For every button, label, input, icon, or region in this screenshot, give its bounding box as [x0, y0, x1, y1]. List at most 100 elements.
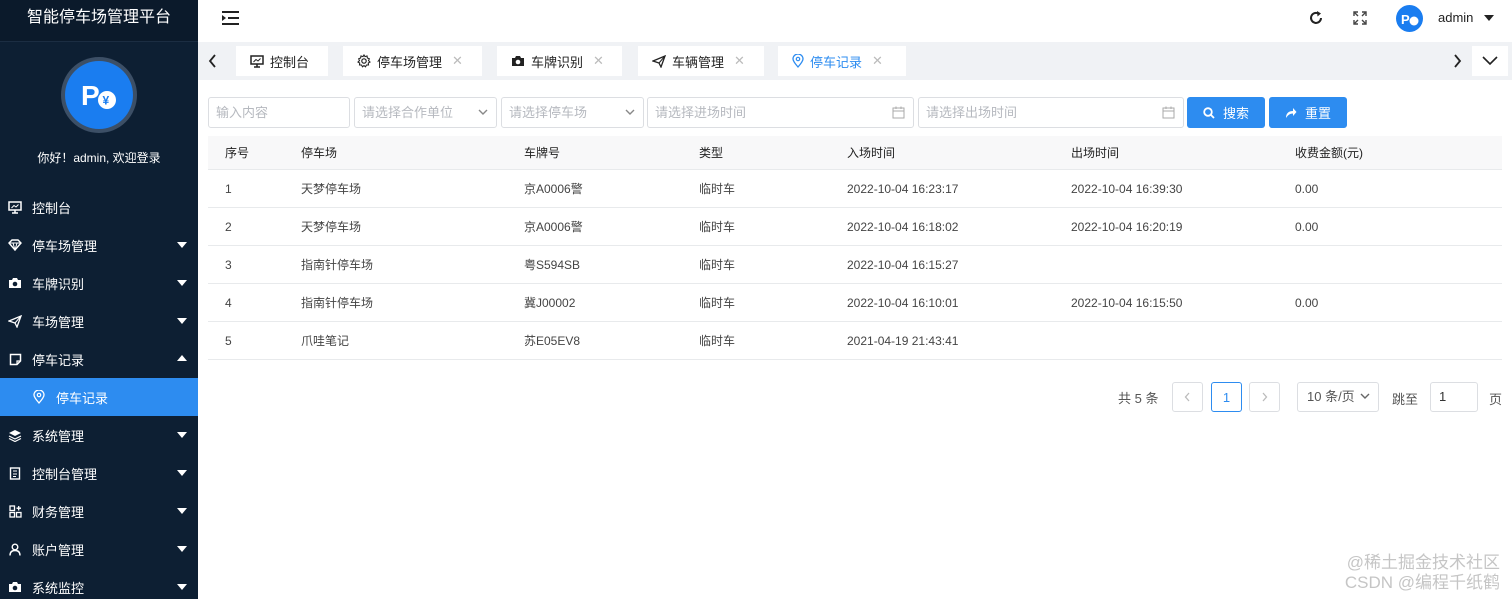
sidebar-item[interactable]: 系统监控 — [0, 568, 198, 599]
table-row[interactable]: 1 天梦停车场 京A0006警 临时车 2022-10-04 16:23:17 2022-… — [208, 170, 1502, 208]
keyword-input[interactable]: 输入内容 — [208, 97, 350, 128]
apps-icon — [8, 504, 22, 518]
caret-down-icon — [177, 508, 187, 514]
next-page-button[interactable] — [1249, 382, 1280, 412]
tab-label: 车辆管理 — [672, 54, 725, 70]
sidebar-item-label: 系统监控 — [32, 580, 85, 596]
sidebar-item-label: 停车记录 — [32, 352, 85, 368]
tab-label: 控制台 — [270, 54, 310, 70]
reset-button[interactable]: 重置 — [1269, 97, 1347, 128]
menu-toggle-icon[interactable] — [222, 10, 240, 29]
tab[interactable]: 车牌识别 ✕ — [497, 46, 622, 76]
parking-select[interactable]: 请选择停车场 — [501, 97, 644, 128]
user-dropdown-caret-icon[interactable] — [1484, 15, 1494, 21]
page-number-button[interactable]: 1 — [1211, 382, 1242, 412]
svg-text:¥: ¥ — [103, 94, 110, 108]
tab-label: 停车场管理 — [377, 54, 443, 70]
jump-page-input[interactable]: 1 — [1430, 382, 1478, 412]
close-icon[interactable]: ✕ — [593, 53, 604, 69]
table-row[interactable]: 2 天梦停车场 京A0006警 临时车 2022-10-04 16:18:02 2022-… — [208, 208, 1502, 246]
parking-records-table: 序号 停车场 车牌号 类型 入场时间 出场时间 收费金额(元) 1 天梦停车场 京A0006警临… — [208, 136, 1502, 360]
entry-time-picker[interactable]: 请选择进场时间 — [647, 97, 914, 128]
tab[interactable]: 控制台 — [236, 46, 328, 76]
sidebar-item[interactable]: 账户管理 — [0, 530, 198, 568]
chevron-down-icon — [625, 109, 635, 115]
column-header: 收费金额(元) — [1295, 146, 1363, 160]
monitor-icon — [8, 200, 22, 214]
sidebar-item[interactable]: 停车记录 — [0, 378, 198, 416]
tabs-scroll-left-icon[interactable] — [208, 54, 217, 71]
calendar-icon — [892, 106, 905, 119]
table-cell: 4 — [225, 295, 232, 310]
table-cell — [1295, 322, 1502, 359]
sidebar-item-label: 系统管理 — [32, 428, 85, 444]
tabs-dropdown-button[interactable] — [1472, 46, 1508, 76]
sidebar-item[interactable]: 系统管理 — [0, 416, 198, 454]
table-cell: 临时车 — [699, 182, 736, 196]
caret-down-icon — [177, 432, 187, 438]
table-cell: 2022-10-04 16:39:30 — [1071, 181, 1183, 196]
table-cell — [1071, 322, 1295, 359]
table-cell: 0.00 — [1295, 219, 1319, 234]
sidebar-item[interactable]: 车牌识别 — [0, 264, 198, 302]
caret-down-icon — [177, 546, 187, 552]
pagination-total: 共 5 条 — [1118, 391, 1159, 406]
sidebar-item[interactable]: 财务管理 — [0, 492, 198, 530]
user-icon — [8, 542, 22, 556]
column-header: 停车场 — [301, 146, 338, 160]
table-cell: 2022-10-04 16:23:17 — [847, 181, 959, 196]
close-icon[interactable]: ✕ — [734, 53, 745, 69]
close-icon[interactable]: ✕ — [452, 53, 463, 69]
tab[interactable]: 停车场管理 ✕ — [343, 46, 482, 76]
fullscreen-icon[interactable] — [1353, 11, 1367, 28]
caret-up-icon — [177, 355, 187, 361]
table-cell: 3 — [225, 257, 232, 272]
tab[interactable]: 车辆管理 ✕ — [638, 46, 764, 76]
tabs-scroll-right-icon[interactable] — [1453, 54, 1462, 71]
table-row[interactable]: 4 指南针停车场 冀J00002 临时车 2022-10-04 16:10:01 2022… — [208, 284, 1502, 322]
camera-icon — [8, 276, 22, 290]
table-row[interactable]: 3 指南针停车场 粤S594SB 临时车 2022-10-04 16:15:27 — [208, 246, 1502, 284]
caret-down-icon — [177, 242, 187, 248]
table-cell — [1071, 246, 1295, 283]
app-title: 智能停车场管理平台 — [0, 0, 198, 42]
tab[interactable]: 停车记录 ✕ — [778, 46, 906, 76]
exit-time-picker[interactable]: 请选择出场时间 — [918, 97, 1184, 128]
table-cell: 1 — [225, 181, 232, 196]
page-label: 页 — [1489, 392, 1503, 407]
table-cell: 京A0006警 — [524, 220, 583, 234]
table-cell: 5 — [225, 333, 232, 348]
search-button[interactable]: 搜索 — [1187, 97, 1265, 128]
chevron-left-icon — [1184, 392, 1190, 402]
user-avatar[interactable]: P — [1396, 5, 1423, 32]
column-header: 类型 — [699, 146, 724, 160]
table-row[interactable]: 5 爪哇笔记 苏E05EV8 临时车 2021-04-19 21:43:41 — [208, 322, 1502, 360]
prev-page-button[interactable] — [1172, 382, 1203, 412]
close-icon[interactable]: ✕ — [872, 53, 883, 69]
table-cell: 临时车 — [699, 220, 736, 234]
table-cell: 0.00 — [1295, 181, 1319, 196]
user-name[interactable]: admin — [1438, 10, 1473, 25]
page-size-select[interactable]: 10 条/页 — [1297, 382, 1379, 412]
sidebar-item-label: 财务管理 — [32, 504, 85, 520]
sidebar-item-label: 账户管理 — [32, 542, 85, 558]
sidebar-item[interactable]: 控制台 — [0, 188, 198, 226]
refresh-icon[interactable] — [1308, 10, 1324, 29]
caret-down-icon — [177, 318, 187, 324]
camera-icon — [8, 580, 22, 594]
column-header: 车牌号 — [524, 146, 561, 160]
sidebar-item[interactable]: 控制台管理 — [0, 454, 198, 492]
sidebar-item[interactable]: 停车场管理 — [0, 226, 198, 264]
sidebar-item-label: 车牌识别 — [32, 276, 85, 292]
table-cell: 2022-10-04 16:15:50 — [1071, 295, 1183, 310]
partner-select[interactable]: 请选择合作单位 — [354, 97, 497, 128]
table-cell: 临时车 — [699, 258, 736, 272]
table-cell: 苏E05EV8 — [524, 334, 581, 348]
top-bar: P admin — [198, 0, 1512, 36]
table-cell: 粤S594SB — [524, 258, 581, 272]
sidebar-item[interactable]: 停车记录 — [0, 340, 198, 378]
table-body: 1 天梦停车场 京A0006警 临时车 2022-10-04 16:23:17 2022-… — [208, 170, 1502, 360]
sidebar-avatar: P ¥ — [0, 57, 198, 133]
sidebar-item-label: 停车记录 — [56, 390, 109, 406]
sidebar-item[interactable]: 车场管理 — [0, 302, 198, 340]
